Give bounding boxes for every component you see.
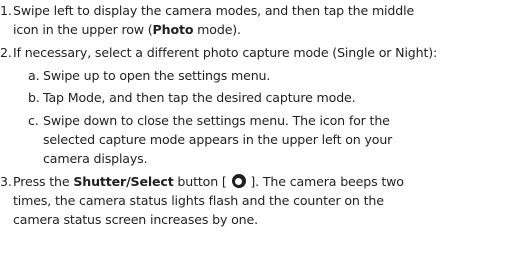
- substep-letter: b.: [28, 90, 40, 105]
- substep-text-line: selected capture mode appears in the upp…: [43, 132, 393, 147]
- step-number: 1.: [0, 3, 12, 18]
- substep-letter: a.: [28, 68, 40, 83]
- step-text: icon in the upper row (: [13, 22, 153, 37]
- step-text-line: Swipe left to display the camera modes, …: [13, 3, 415, 18]
- mode-name-bold: Photo: [152, 22, 194, 37]
- step-text-line: icon in the upper row (Photo mode).: [13, 21, 241, 39]
- substep-text-line: camera displays.: [43, 151, 148, 166]
- step-text: ]. The camera beeps two: [246, 174, 404, 189]
- step-text: Press the: [13, 174, 74, 189]
- instructions-page: { "steps": [ { "number": "1.", "lines": …: [0, 0, 522, 278]
- substep-text-line: Swipe up to open the settings menu.: [43, 68, 271, 83]
- button-name-bold: Shutter/Select: [73, 174, 174, 189]
- substep-letter: c.: [28, 113, 39, 128]
- shutter-button-icon: [231, 174, 246, 188]
- step-text-line: camera status screen increases by one.: [13, 212, 258, 227]
- step-number: 3.: [0, 174, 12, 189]
- substep-text-line: Tap Mode, and then tap the desired captu…: [43, 90, 356, 105]
- step-text-line: times, the camera status lights flash an…: [13, 193, 384, 208]
- step-text: button [: [173, 174, 231, 189]
- step-text-line: Press the Shutter/Select button [ ]. The…: [13, 173, 404, 191]
- step-text-line: If necessary, select a different photo c…: [13, 45, 438, 60]
- substep-text-line: Swipe down to close the settings menu. T…: [43, 113, 390, 128]
- step-text: mode).: [193, 22, 241, 37]
- step-number: 2.: [0, 45, 12, 60]
